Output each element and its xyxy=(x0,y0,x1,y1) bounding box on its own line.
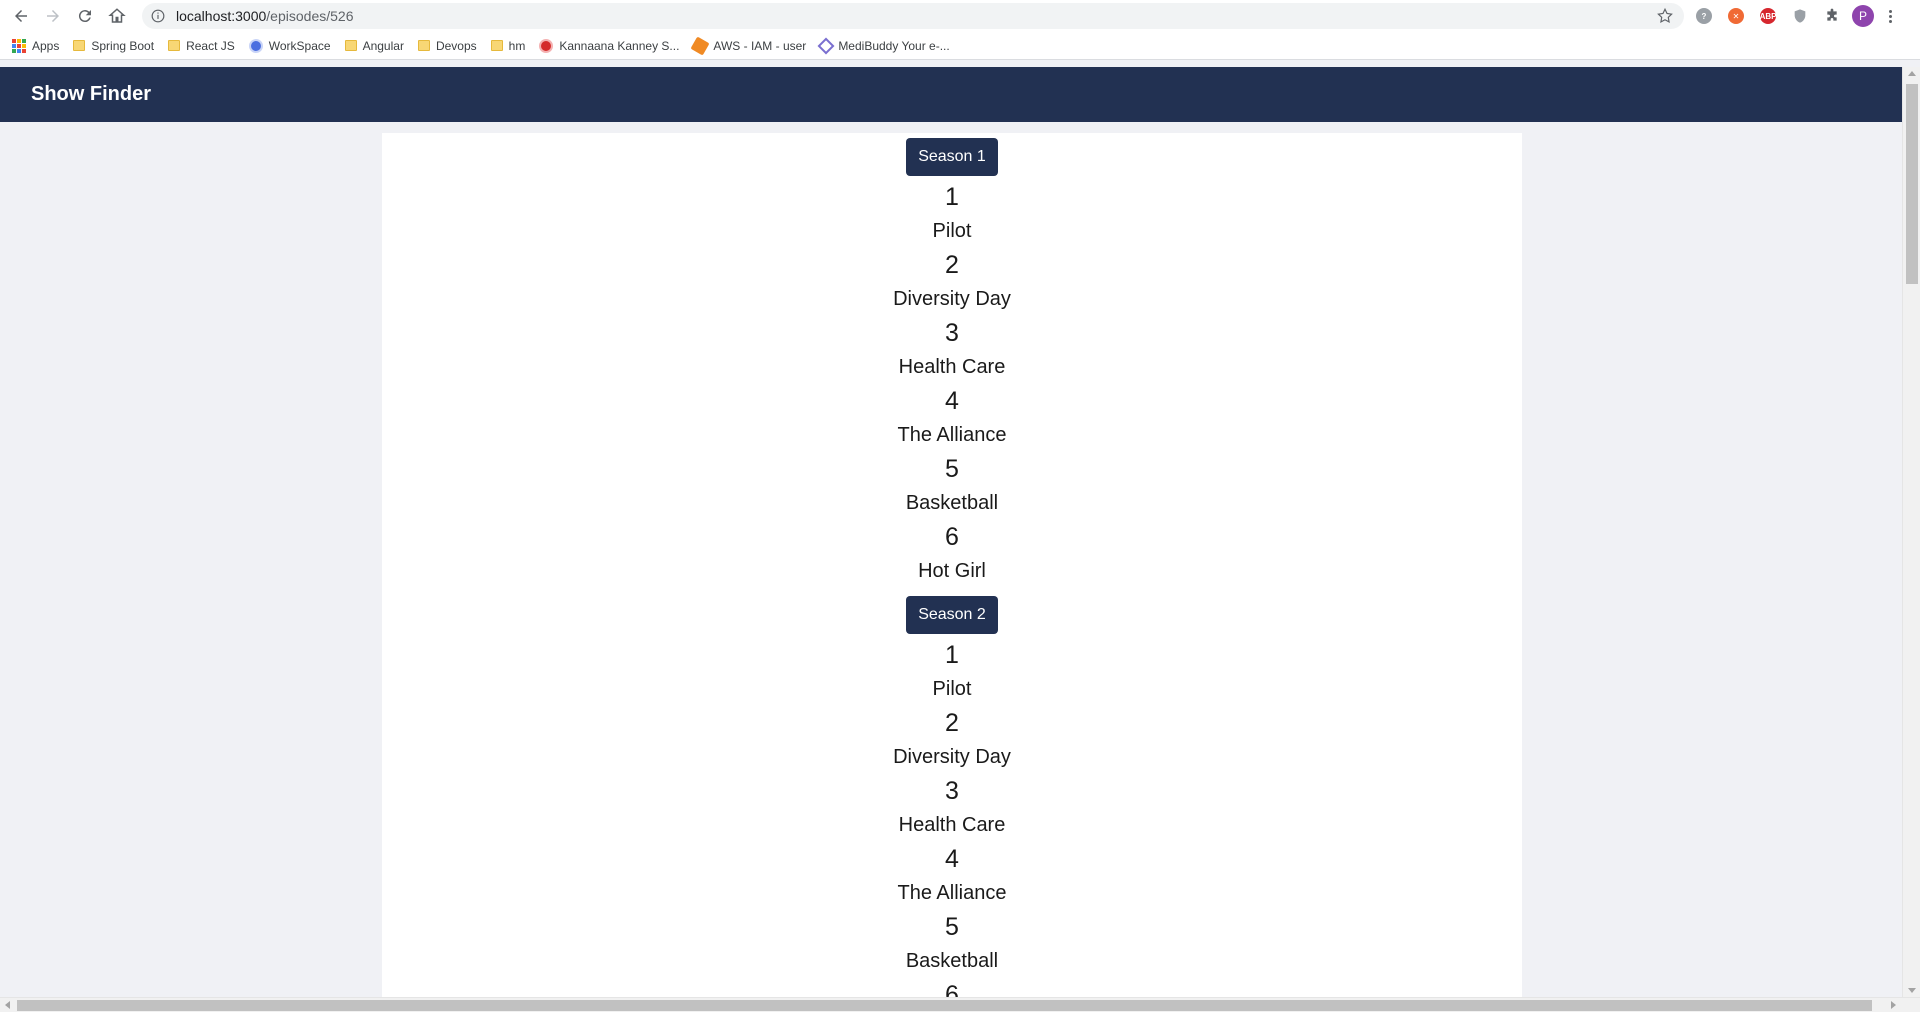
url-path: /episodes/526 xyxy=(266,8,354,24)
folder-icon xyxy=(73,40,86,51)
bookmark-label: Devops xyxy=(435,38,477,53)
browser-toolbar: localhost:3000/episodes/526 ? ✕ ABP P xyxy=(0,0,1920,32)
episode-number: 4 xyxy=(945,387,959,415)
star-icon[interactable] xyxy=(1656,7,1674,25)
app-header: Show Finder xyxy=(0,67,1902,122)
bookmark-label: AWS - IAM - user xyxy=(713,38,807,53)
episode-name: Basketball xyxy=(905,950,999,972)
episode-name: The Alliance xyxy=(897,882,1007,904)
episode-number: 5 xyxy=(945,455,959,483)
episode-number: 5 xyxy=(945,913,959,941)
vertical-scroll-thumb[interactable] xyxy=(1906,84,1918,284)
bookmark-label: Angular xyxy=(362,38,404,53)
episode-number: 3 xyxy=(945,319,959,347)
scroll-right-icon[interactable] xyxy=(1891,1001,1896,1009)
bookmark-label: Kannaana Kanney S... xyxy=(559,38,680,53)
season-1-button[interactable]: Season 1 xyxy=(906,138,998,176)
horizontal-scrollbar[interactable] xyxy=(0,997,1920,1012)
medibuddy-icon xyxy=(817,37,835,54)
episode-name: Diversity Day xyxy=(893,288,1011,310)
bookmark-react-js[interactable]: React JS xyxy=(168,34,235,58)
forward-button[interactable] xyxy=(37,0,69,32)
bookmark-label: Spring Boot xyxy=(91,38,155,53)
bookmark-label: React JS xyxy=(186,38,235,53)
extensions-area: ? ✕ ABP P xyxy=(1692,0,1898,32)
episode-number: 3 xyxy=(945,777,959,805)
folder-icon xyxy=(168,40,181,51)
bookmark-medibuddy[interactable]: MediBuddy Your e-... xyxy=(817,34,950,58)
puzzle-extension-icon[interactable] xyxy=(1820,4,1844,28)
apps-grid-icon xyxy=(12,38,26,53)
season-block: Season 1 1 Pilot 2 Diversity Day 3 Healt… xyxy=(893,138,1011,588)
season-block: Season 2 1 Pilot 2 Diversity Day 3 Healt… xyxy=(893,596,1011,1003)
episode-name: Diversity Day xyxy=(893,746,1011,768)
arrow-right-icon xyxy=(47,10,59,22)
app-title[interactable]: Show Finder xyxy=(31,83,151,106)
scroll-down-icon[interactable] xyxy=(1908,988,1916,993)
bookmark-kannaana[interactable]: Kannaana Kanney S... xyxy=(539,34,679,58)
adblock-extension-icon[interactable]: ABP xyxy=(1756,4,1780,28)
bookmark-spring-boot[interactable]: Spring Boot xyxy=(73,34,154,58)
back-button[interactable] xyxy=(5,0,37,32)
episode-name: The Alliance xyxy=(897,424,1007,446)
episodes-list: Season 1 1 Pilot 2 Diversity Day 3 Healt… xyxy=(382,133,1522,1003)
episode-number: 4 xyxy=(945,845,959,873)
scroll-up-icon[interactable] xyxy=(1908,71,1916,76)
music-icon xyxy=(539,38,554,53)
home-button[interactable] xyxy=(101,0,133,32)
vertical-scrollbar[interactable] xyxy=(1902,67,1920,997)
scroll-left-icon[interactable] xyxy=(5,1001,10,1009)
bookmark-hm[interactable]: hm xyxy=(490,34,526,58)
reload-icon xyxy=(78,10,91,23)
bookmark-angular[interactable]: Angular xyxy=(344,34,404,58)
globe-icon xyxy=(248,38,263,53)
folder-icon xyxy=(490,40,503,51)
address-bar[interactable]: localhost:3000/episodes/526 xyxy=(142,3,1684,29)
episode-name: Hot Girl xyxy=(918,560,986,582)
bookmark-devops[interactable]: Devops xyxy=(417,34,477,58)
bookmark-aws-iam[interactable]: AWS - IAM - user xyxy=(690,34,807,58)
help-extension-icon[interactable]: ? xyxy=(1692,4,1716,28)
episode-number: 2 xyxy=(945,251,959,279)
episode-number: 1 xyxy=(945,641,959,669)
episode-number: 1 xyxy=(945,183,959,211)
bookmark-label: hm xyxy=(508,38,526,53)
bookmark-label: Apps xyxy=(32,38,60,53)
bookmark-label: MediBuddy Your e-... xyxy=(838,38,950,53)
episodes-card: Season 1 1 Pilot 2 Diversity Day 3 Healt… xyxy=(382,133,1522,1003)
episode-name: Health Care xyxy=(898,356,1006,378)
aws-icon xyxy=(690,35,710,56)
episode-name: Pilot xyxy=(932,220,972,242)
season-2-button[interactable]: Season 2 xyxy=(906,596,998,634)
shield-extension-icon[interactable] xyxy=(1788,4,1812,28)
close-extension-icon[interactable]: ✕ xyxy=(1724,4,1748,28)
horizontal-scroll-thumb[interactable] xyxy=(17,1000,1872,1011)
info-icon[interactable] xyxy=(150,8,166,24)
bookmark-workspace[interactable]: WorkSpace xyxy=(248,34,331,58)
bookmark-label: WorkSpace xyxy=(268,38,331,53)
bookmarks-bar: Apps Spring Boot React JS WorkSpace Angu… xyxy=(0,32,1920,60)
episode-name: Health Care xyxy=(898,814,1006,836)
url-text: localhost:3000/episodes/526 xyxy=(176,8,353,24)
episode-number: 2 xyxy=(945,709,959,737)
folder-icon xyxy=(344,40,357,51)
folder-icon xyxy=(417,40,430,51)
home-icon xyxy=(108,8,126,23)
url-host: localhost:3000 xyxy=(176,8,267,24)
profile-avatar[interactable]: P xyxy=(1852,5,1874,27)
episode-name: Basketball xyxy=(905,492,999,514)
bookmark-apps[interactable]: Apps xyxy=(12,34,59,58)
arrow-left-icon xyxy=(15,10,27,22)
episode-name: Pilot xyxy=(932,678,972,700)
browser-menu-icon[interactable] xyxy=(1882,4,1898,28)
reload-button[interactable] xyxy=(69,0,101,32)
episode-number: 6 xyxy=(945,523,959,551)
